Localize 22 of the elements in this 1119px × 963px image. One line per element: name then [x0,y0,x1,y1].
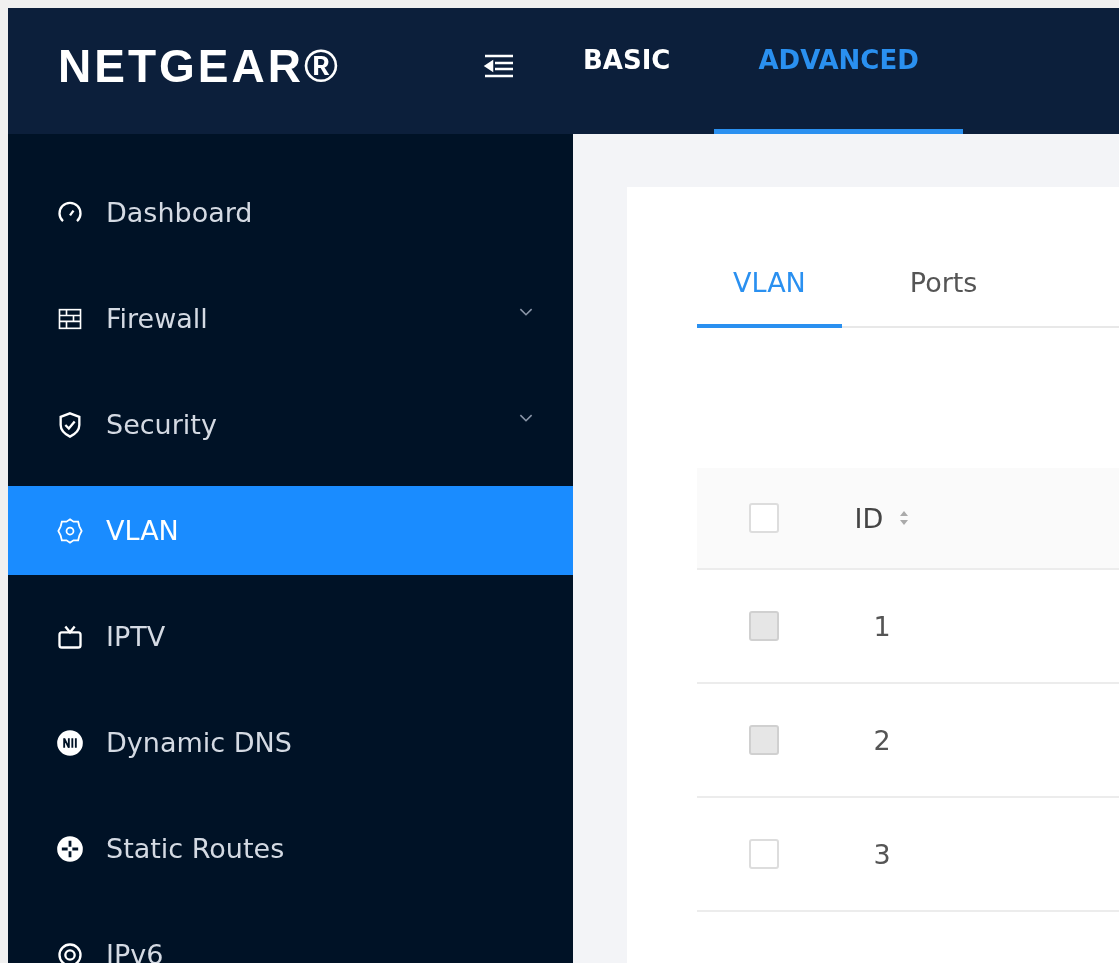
sort-icon[interactable] [899,510,910,526]
row-checkbox[interactable] [749,839,779,869]
sidebar-item[interactable]: IPTV [8,592,573,681]
menu-icon[interactable] [483,54,515,78]
select-all-checkbox[interactable] [749,503,779,533]
routes-icon [56,834,84,863]
sidebar-item[interactable]: Security [8,380,573,469]
ring-icon [56,940,84,963]
table-cell: 1 [873,610,891,642]
sidebar-item[interactable]: Firewall [8,274,573,363]
chevron-down-icon [519,414,533,423]
sidebar-item[interactable]: Static Routes [8,804,573,893]
column-header[interactable]: ID [854,502,884,534]
table-cell: 2 [873,724,891,756]
logo: NETGEAR® [58,39,342,93]
nav-tab[interactable]: BASIC [583,8,715,134]
gear-icon [56,516,84,545]
content-tab[interactable]: Ports [873,267,1014,328]
sidebar-item[interactable]: Dashboard [8,168,573,257]
sidebar-item[interactable]: Dynamic DNS [8,698,573,787]
table-cell: 3 [873,838,891,870]
chevron-down-icon [519,308,533,317]
